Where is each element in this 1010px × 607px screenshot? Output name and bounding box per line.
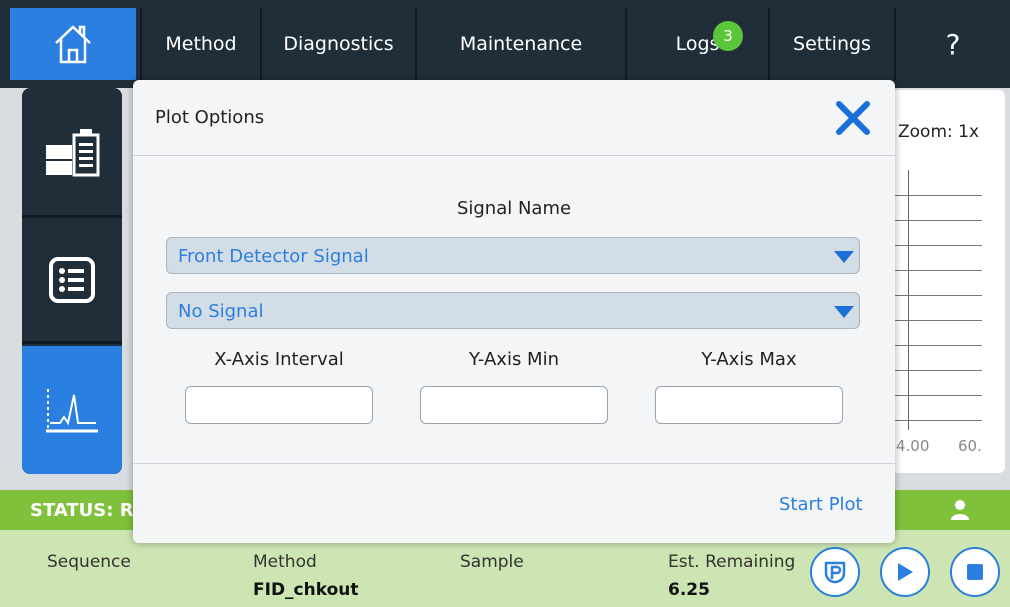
nav-method[interactable]: Method [140, 8, 260, 80]
nav-diagnostics[interactable]: Diagnostics [260, 8, 415, 80]
sidebar-item-plot[interactable] [22, 346, 122, 474]
y-axis-min-label: Y-Axis Min [469, 349, 559, 370]
stop-run-button[interactable] [950, 547, 1000, 597]
chevron-down-icon [834, 251, 854, 263]
close-button[interactable] [833, 98, 873, 138]
y-axis-min-input[interactable] [420, 386, 608, 424]
instrument-icon [46, 128, 100, 176]
x-tick-label: 60. [958, 437, 982, 455]
x-axis-interval-label: X-Axis Interval [214, 349, 344, 370]
list-icon [49, 256, 95, 303]
plot-gridline [890, 270, 982, 271]
plot-axis [908, 170, 909, 430]
plot-panel: Zoom: 1x 4.00 60. [890, 90, 1005, 473]
status-text: STATUS: R [30, 500, 134, 521]
x-axis-interval-input[interactable] [185, 386, 373, 424]
close-icon [836, 101, 870, 135]
plot-gridline [890, 245, 982, 246]
method-label: Method [253, 552, 317, 572]
plot-gridline [890, 220, 982, 221]
logs-badge: 3 [713, 21, 743, 51]
prep-run-button[interactable] [810, 547, 860, 597]
plot-gridline [890, 370, 982, 371]
dialog-title: Plot Options [155, 107, 265, 128]
remaining-label: Est. Remaining [668, 552, 796, 572]
home-icon [55, 25, 91, 64]
person-icon[interactable] [950, 499, 970, 521]
chevron-down-icon [834, 306, 854, 318]
method-value: FID_chkout [253, 580, 359, 600]
plot-gridline [890, 395, 982, 396]
y-axis-max-input[interactable] [655, 386, 843, 424]
dialog-divider [133, 463, 895, 464]
nav-help[interactable]: ? [894, 8, 1010, 80]
zoom-label: Zoom: 1x [898, 122, 980, 142]
signal-name-label: Signal Name [456, 198, 572, 219]
sidebar-item-method-list[interactable] [22, 218, 122, 344]
sample-label: Sample [460, 552, 524, 572]
plot-gridline [890, 345, 982, 346]
start-plot-button[interactable]: Start Plot [779, 494, 863, 515]
plot-gridline [890, 320, 982, 321]
home-tab[interactable] [10, 8, 136, 80]
chromatogram-icon [46, 389, 98, 433]
signal-2-value: No Signal [178, 301, 264, 322]
sidebar [22, 88, 122, 474]
plot-gridline [890, 295, 982, 296]
start-run-button[interactable] [880, 547, 930, 597]
dialog-header: Plot Options [133, 80, 895, 156]
sequence-label: Sequence [47, 552, 131, 572]
x-tick-label: 4.00 [896, 437, 930, 455]
signal-1-select[interactable]: Front Detector Signal [166, 237, 860, 274]
sidebar-item-instrument[interactable] [22, 92, 122, 218]
y-axis-max-label: Y-Axis Max [701, 349, 797, 370]
remaining-value: 6.25 [668, 580, 710, 600]
stop-icon [967, 564, 983, 580]
signal-1-value: Front Detector Signal [178, 246, 369, 267]
nav-settings[interactable]: Settings [768, 8, 894, 80]
plot-gridline [890, 420, 982, 421]
plot-options-dialog: Plot Options Signal Name Front Detector … [133, 80, 895, 543]
nav-logs[interactable]: Logs [625, 8, 768, 80]
prep-run-icon [824, 561, 846, 584]
signal-2-select[interactable]: No Signal [166, 292, 860, 329]
nav-maintenance[interactable]: Maintenance [415, 8, 625, 80]
play-icon [898, 563, 913, 581]
top-nav: Method Diagnostics Maintenance Logs Sett… [0, 0, 1010, 88]
plot-gridline [890, 195, 982, 196]
